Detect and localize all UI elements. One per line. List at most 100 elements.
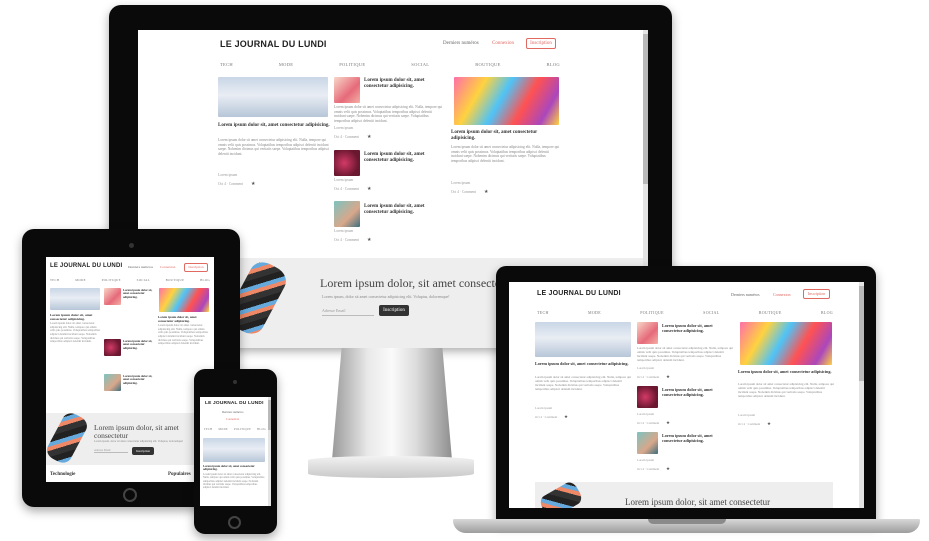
category-menu: TECH MODE POLITIQUE SOCIAL BOUTIQUE BLOG [50, 278, 210, 282]
site-logo[interactable]: LE JOURNAL DU LUNDI [537, 290, 621, 297]
article-date: Oct 4 · Comment [334, 135, 360, 139]
article-thumb[interactable] [104, 374, 121, 391]
article-title[interactable]: Lorem ipsum dolor sit, amet consectetur … [123, 288, 155, 299]
article-thumb[interactable] [637, 322, 658, 344]
star-icon[interactable]: ★ [367, 237, 371, 243]
menu-item-tech[interactable]: TECH [204, 428, 213, 431]
menu-item-politique[interactable]: POLITIQUE [234, 428, 251, 431]
article-date: Oct 4 · Comment [637, 421, 660, 425]
nav-newest-issues[interactable]: Derniers numéros [731, 292, 760, 297]
article-title[interactable]: Lorem ipsum dolor sit, amet consectetur … [203, 464, 265, 472]
menu-item-social[interactable]: SOCIAL [137, 278, 150, 282]
imac-base [308, 456, 474, 478]
nav-login[interactable]: Connexion [773, 292, 791, 297]
site-logo[interactable]: LE JOURNAL DU LUNDI [220, 39, 327, 49]
article-title[interactable]: Lorem ipsum dolor sit, amet consectetur … [662, 323, 734, 334]
signup-button[interactable]: Inscription [803, 289, 830, 299]
article-title[interactable]: Lorem ipsum dolor sit, amet consectetur … [451, 130, 561, 142]
menu-item-boutique[interactable]: BOUTIQUE [475, 62, 500, 67]
menu-item-blog[interactable]: BLOG [547, 62, 560, 67]
menu-item-politique[interactable]: POLITIQUE [102, 278, 121, 282]
article-title[interactable]: Lorem ipsum dolor sit, amet consectetur … [535, 361, 631, 367]
menu-item-mode[interactable]: MODE [279, 62, 293, 67]
article-image[interactable] [454, 77, 559, 125]
menu-item-blog[interactable]: BLOG [200, 278, 210, 282]
article-title[interactable]: Lorem ipsum dolor sit, amet consectetur … [364, 152, 444, 164]
article-title[interactable]: Lorem ipsum dolor sit, amet consectetur … [738, 369, 834, 375]
menu-item-boutique[interactable]: BOUTIQUE [166, 278, 185, 282]
menu-item-mode[interactable]: MODE [75, 278, 86, 282]
menu-item-politique[interactable]: POLITIQUE [640, 310, 664, 315]
site-logo[interactable]: LE JOURNAL DU LUNDI [205, 401, 264, 406]
newsletter-signup-button[interactable]: Inscription [132, 447, 154, 455]
newsletter-title: Lorem ipsum dolor, sit amet consectetur [94, 423, 179, 440]
menu-item-blog[interactable]: BLOG [821, 310, 833, 315]
article-title[interactable]: Lorem ipsum dolor sit, amet consectetur … [364, 78, 444, 90]
article-image[interactable] [535, 322, 631, 357]
nav-newest-issues[interactable]: Derniers numéros [222, 410, 243, 414]
category-menu: TECH MODE POLITIQUE SOCIAL BOUTIQUE BLOG [537, 310, 833, 315]
article-title[interactable]: Lorem ipsum dolor sit, amet consectetur … [158, 315, 210, 323]
menu-item-social[interactable]: SOCIAL [703, 310, 719, 315]
star-icon[interactable]: ★ [484, 189, 488, 195]
menu-item-mode[interactable]: MODE [588, 310, 601, 315]
nav-newest-issues[interactable]: Derniers numéros [128, 265, 153, 269]
email-input[interactable]: Adresse Email [94, 449, 128, 453]
article-title[interactable]: Lorem ipsum dolor sit, amet consectetur … [662, 433, 734, 444]
menu-item-boutique[interactable]: BOUTIQUE [759, 310, 782, 315]
site-logo[interactable]: LE JOURNAL DU LUNDI [50, 263, 122, 269]
article-title[interactable]: Lorem ipsum dolor sit, amet consectetur … [123, 339, 155, 350]
article-image[interactable] [218, 77, 328, 117]
tablet-home-button[interactable] [123, 488, 137, 502]
article-thumb[interactable] [334, 150, 360, 176]
menu-item-mode[interactable]: MODE [218, 428, 227, 431]
article-title[interactable]: Lorem ipsum dolor sit, amet consectetur … [123, 374, 155, 385]
scrollbar[interactable] [859, 282, 864, 508]
menu-item-tech[interactable]: TECH [50, 278, 60, 282]
nav-login[interactable]: Connexion [160, 265, 175, 269]
article-thumb[interactable] [104, 339, 121, 356]
tablet-camera [129, 243, 134, 248]
scrollbar[interactable] [268, 397, 271, 506]
article-thumb[interactable] [104, 288, 121, 305]
menu-item-tech[interactable]: TECH [537, 310, 549, 315]
article-title[interactable]: Lorem ipsum dolor sit, amet consectetur … [50, 313, 102, 321]
article-date: Oct 4 · Comment [451, 190, 477, 194]
star-icon[interactable]: ★ [666, 466, 670, 472]
article-image[interactable] [50, 288, 100, 310]
star-icon[interactable]: ★ [367, 186, 371, 192]
article-thumb[interactable] [334, 77, 360, 103]
menu-item-tech[interactable]: TECH [220, 62, 233, 67]
menu-item-politique[interactable]: POLITIQUE [339, 62, 365, 67]
article-title[interactable]: Lorem ipsum dolor sit, amet consectetur … [662, 387, 734, 398]
article-thumb[interactable] [334, 201, 360, 227]
star-icon[interactable]: ★ [666, 374, 670, 380]
menu-item-blog[interactable]: BLOG [257, 428, 266, 431]
article-author: Lorem ipsum [334, 126, 354, 130]
nav-login[interactable]: Connexion [492, 41, 514, 46]
article-author: Lorem ipsum [738, 413, 756, 417]
star-icon[interactable]: ★ [367, 134, 371, 140]
email-input[interactable]: Adresse Email [322, 308, 374, 316]
menu-item-social[interactable]: SOCIAL [411, 62, 429, 67]
article-excerpt: Lorem ipsum dolor sit amet consectetur a… [218, 138, 330, 157]
star-icon[interactable]: ★ [767, 421, 771, 427]
phone-home-button[interactable] [228, 516, 241, 529]
nav-newest-issues[interactable]: Derniers numéros [443, 41, 479, 46]
article-image[interactable] [159, 288, 209, 312]
newsletter-text: Lorem ipsum, dolor sit amet consectetur … [94, 440, 184, 443]
article-excerpt: Lorem ipsum dolor sit amet consectetur a… [203, 473, 265, 490]
article-image[interactable] [203, 438, 265, 462]
article-thumb[interactable] [637, 432, 658, 454]
article-image[interactable] [740, 322, 832, 365]
article-title[interactable]: Lorem ipsum dolor sit, amet consectetur … [364, 204, 444, 216]
nav-login[interactable]: Connexion [226, 417, 239, 421]
star-icon[interactable]: ★ [251, 181, 255, 187]
article-title[interactable]: Lorem ipsum dolor sit, amet consectetur … [218, 123, 330, 129]
star-icon[interactable]: ★ [666, 420, 670, 426]
signup-button[interactable]: Inscription [184, 263, 208, 272]
star-icon[interactable]: ★ [564, 414, 568, 420]
newsletter-signup-button[interactable]: Inscription [379, 305, 409, 316]
signup-button[interactable]: Inscription [526, 38, 556, 49]
article-thumb[interactable] [637, 386, 658, 408]
